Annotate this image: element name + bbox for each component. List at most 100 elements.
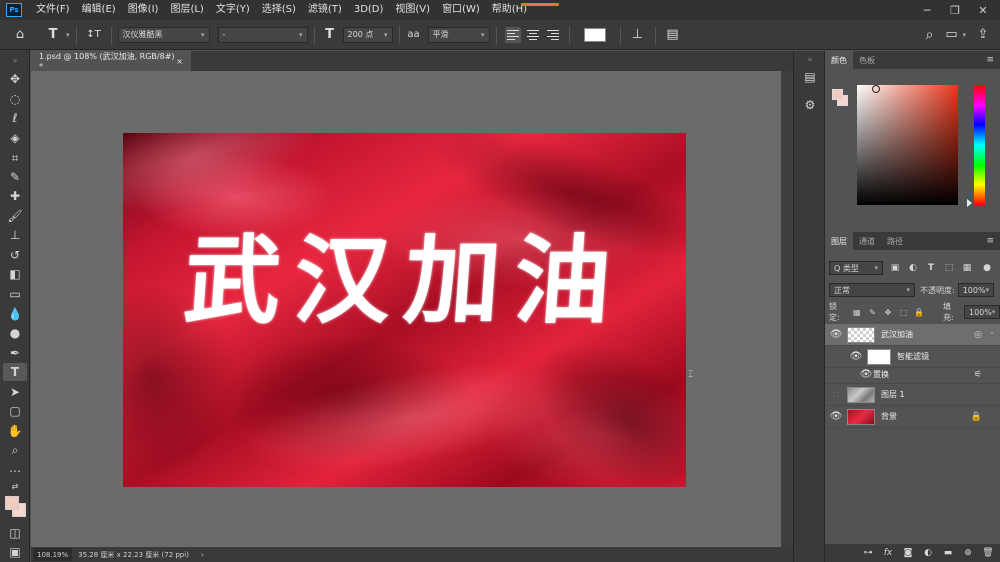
quick-mask-icon[interactable]: ◫ xyxy=(3,524,27,542)
pen-tool-icon[interactable]: ✒ xyxy=(3,344,27,362)
delete-layer-icon[interactable]: 🗑 xyxy=(982,548,994,558)
properties-panel-icon[interactable]: ⚙ xyxy=(802,97,818,113)
align-center-icon[interactable] xyxy=(525,27,541,43)
menu-3d[interactable]: 3D(D) xyxy=(348,0,390,20)
blend-mode-select[interactable]: 正常 ▾ xyxy=(829,283,915,297)
text-color-swatch[interactable] xyxy=(583,27,606,42)
font-family-select[interactable]: 汉仪雅酷黑 ▾ xyxy=(117,26,210,43)
new-layer-icon[interactable]: ⊕ xyxy=(962,548,974,558)
hue-slider-handle[interactable] xyxy=(967,199,972,207)
tab-channels[interactable]: 通道 xyxy=(853,232,881,250)
color-picker-ring[interactable] xyxy=(872,85,880,93)
vertical-scrollbar[interactable] xyxy=(781,71,793,547)
tab-layers[interactable]: 图层 xyxy=(825,232,853,250)
history-panel-icon[interactable]: ▤ xyxy=(802,69,818,85)
add-mask-icon[interactable]: ◙ xyxy=(902,548,914,558)
align-left-icon[interactable] xyxy=(504,26,521,43)
layer-style-icon[interactable]: fx xyxy=(882,548,894,558)
lock-transparent-icon[interactable]: ▦ xyxy=(851,306,863,318)
hand-tool-icon[interactable]: ✋ xyxy=(3,422,27,440)
type-tool-icon[interactable]: T xyxy=(3,363,27,381)
document-tab[interactable]: 1.psd @ 108% (武汉加油, RGB/8#) * × xyxy=(31,51,191,71)
history-brush-tool-icon[interactable]: ↺ xyxy=(3,246,27,264)
healing-brush-tool-icon[interactable]: ✚ xyxy=(3,187,27,205)
menu-edit[interactable]: 编辑(E) xyxy=(76,0,122,20)
restore-button[interactable]: ❐ xyxy=(942,0,968,20)
panel-menu-icon[interactable]: ≡ xyxy=(986,236,994,246)
menu-image[interactable]: 图像(I) xyxy=(122,0,165,20)
collapse-panels-icon[interactable]: « xyxy=(802,55,818,64)
lock-artboard-icon[interactable]: ⬚ xyxy=(898,306,910,318)
align-right-icon[interactable] xyxy=(545,27,561,43)
color-field[interactable] xyxy=(857,85,958,205)
zoom-tool-icon[interactable]: ⌕ xyxy=(3,441,27,459)
visibility-eye-icon[interactable]: 👁 xyxy=(825,329,847,340)
collapse-icon[interactable]: » xyxy=(3,56,27,65)
status-arrow-icon[interactable]: › xyxy=(195,551,210,559)
layer-row[interactable]: 👁 武汉加油 ◎ ⌃ xyxy=(825,324,1000,346)
tab-swatches[interactable]: 色板 xyxy=(853,51,881,69)
menu-file[interactable]: 文件(F) xyxy=(30,0,76,20)
home-icon[interactable]: ⌂ xyxy=(0,20,40,50)
brush-tool-icon[interactable]: 🖌 xyxy=(3,207,27,225)
expand-icon[interactable]: ⌃ xyxy=(989,331,995,339)
menu-window[interactable]: 窗口(W) xyxy=(436,0,486,20)
text-orientation-icon[interactable]: ↕T xyxy=(83,20,105,50)
filter-options-icon[interactable]: ⚟ xyxy=(974,370,982,380)
zoom-level[interactable]: 108.19% xyxy=(33,548,73,561)
character-panel-icon[interactable]: ▤ xyxy=(662,20,684,50)
filter-toggle-icon[interactable]: ● xyxy=(981,262,993,274)
filter-shape-icon[interactable]: ⬚ xyxy=(943,262,955,274)
minimize-button[interactable]: ─ xyxy=(914,0,940,20)
visibility-eye-icon[interactable]: 👁 xyxy=(825,411,847,422)
foreground-color-swatch[interactable] xyxy=(832,89,843,100)
crop-tool-icon[interactable]: ⌗ xyxy=(3,149,27,167)
rectangle-tool-icon[interactable]: ▢ xyxy=(3,402,27,420)
panel-menu-icon[interactable]: ≡ xyxy=(986,55,994,65)
filter-smart-object-icon[interactable]: ▦ xyxy=(961,262,973,274)
layer-row[interactable]: 👁 置换 ⚟ xyxy=(825,366,1000,384)
menu-filter[interactable]: 滤镜(T) xyxy=(302,0,348,20)
menu-view[interactable]: 视图(V) xyxy=(389,0,436,20)
photoshop-logo-icon[interactable]: Ps xyxy=(6,3,22,17)
filter-pixel-icon[interactable]: ▣ xyxy=(889,262,901,274)
preset-chevron-icon[interactable]: ▾ xyxy=(66,31,70,39)
tab-color[interactable]: 颜色 xyxy=(825,51,853,69)
eyedropper-tool-icon[interactable]: ✎ xyxy=(3,168,27,186)
link-layers-icon[interactable]: ⊶ xyxy=(862,548,874,558)
share-icon[interactable]: ⇪ xyxy=(972,20,994,50)
smart-filter-indicator-icon[interactable]: ◎ xyxy=(974,330,982,340)
lock-position-icon[interactable]: ✥ xyxy=(882,306,894,318)
marquee-tool-icon[interactable]: ◌ xyxy=(3,90,27,108)
path-select-tool-icon[interactable]: ➤ xyxy=(3,383,27,401)
warp-text-icon[interactable]: ⊥ xyxy=(627,20,649,50)
visibility-eye-icon[interactable]: 👁 xyxy=(859,369,873,380)
close-tab-icon[interactable]: × xyxy=(176,57,183,66)
foreground-color-swatch[interactable] xyxy=(5,496,19,510)
eraser-tool-icon[interactable]: ◧ xyxy=(3,265,27,283)
lasso-tool-icon[interactable]: ℓ xyxy=(3,109,27,127)
workspace-icon[interactable]: ▭ xyxy=(940,20,962,50)
menu-select[interactable]: 选择(S) xyxy=(256,0,302,20)
filter-type-icon[interactable]: T xyxy=(925,262,937,274)
close-button[interactable]: ✕ xyxy=(970,0,996,20)
lock-image-icon[interactable]: ✎ xyxy=(867,306,879,318)
filter-adjustment-icon[interactable]: ◐ xyxy=(907,262,919,274)
more-tools-icon[interactable]: ⋯ xyxy=(3,462,27,480)
tab-paths[interactable]: 路径 xyxy=(881,232,909,250)
move-tool-icon[interactable]: ✥ xyxy=(3,70,27,88)
workspace-chevron-icon[interactable]: ▾ xyxy=(962,31,966,39)
font-style-select[interactable]: - ▾ xyxy=(217,26,308,43)
fill-field[interactable]: 100% ▾ xyxy=(963,305,1000,319)
screen-mode-icon[interactable]: ▣ xyxy=(3,543,27,561)
quick-select-tool-icon[interactable]: ◈ xyxy=(3,129,27,147)
clone-stamp-tool-icon[interactable]: ⊥ xyxy=(3,226,27,244)
hue-slider[interactable] xyxy=(974,85,985,205)
visibility-hidden-icon[interactable]: ▫ xyxy=(825,389,847,400)
layer-row[interactable]: 👁 智能滤镜 xyxy=(825,346,1000,368)
new-group-icon[interactable]: ▬ xyxy=(942,548,954,558)
layer-row[interactable]: ▫ 图层 1 xyxy=(825,384,1000,406)
menu-layer[interactable]: 图层(L) xyxy=(164,0,209,20)
font-size-select[interactable]: 200 点 ▾ xyxy=(342,26,393,43)
search-icon[interactable]: ⌕ xyxy=(918,20,940,50)
